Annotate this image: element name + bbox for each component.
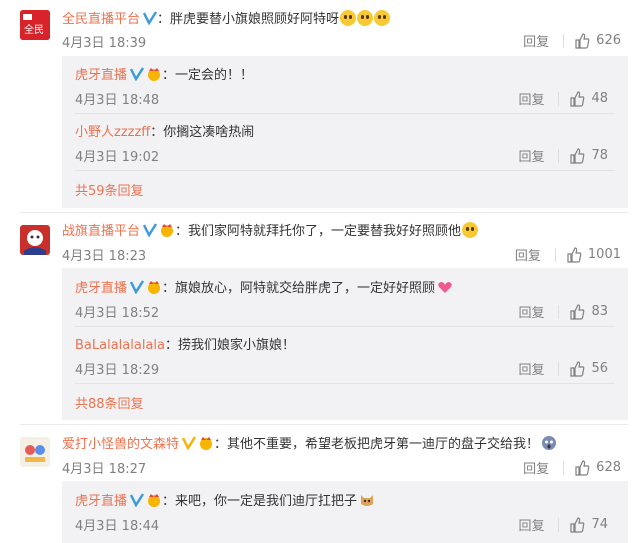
like-count: 74 <box>591 517 608 532</box>
like-icon[interactable] <box>569 303 585 320</box>
verified-icon <box>182 436 197 450</box>
username[interactable]: 战旗直播平台 <box>62 224 140 239</box>
comment-line: 爱打小怪兽的文森特 ：其他不重要，希望老板把虎牙第一迪厅的盘子交给我！ <box>62 433 557 452</box>
timestamp: 4月3日 18:52 <box>75 306 160 321</box>
divider <box>75 170 615 171</box>
timestamp: 4月3日 18:23 <box>62 249 147 264</box>
crown-badge-icon <box>148 68 161 81</box>
username[interactable]: 全民直播平台 <box>62 12 140 27</box>
like-icon[interactable] <box>569 90 585 107</box>
reply-text: 一定会的！！ <box>175 68 254 83</box>
reply-button[interactable]: 回复 <box>518 515 544 534</box>
reply-line: BaLalalalalala：捞我们娘家小旗娘！ <box>75 338 296 353</box>
username[interactable]: 爱打小怪兽的文森特 <box>62 437 179 452</box>
verified-icon <box>143 11 158 25</box>
reply-actions: 回复 48 <box>518 89 608 108</box>
reply-button[interactable]: 回复 <box>523 31 549 50</box>
avatar[interactable]: 全民 <box>20 10 50 40</box>
comment-text: 其他不重要，希望老板把虎牙第一迪厅的盘子交给我！ <box>227 437 540 452</box>
like-count: 628 <box>596 460 621 475</box>
heart-emoji-icon <box>438 282 452 293</box>
like-icon[interactable] <box>569 147 585 164</box>
avatar[interactable] <box>20 225 50 255</box>
like-icon[interactable] <box>574 459 590 476</box>
timestamp: 4月3日 18:29 <box>75 363 160 378</box>
crown-badge-icon <box>148 281 161 294</box>
more-replies-link[interactable]: 共59条回复 <box>75 180 144 199</box>
like-icon[interactable] <box>566 246 582 263</box>
divider <box>75 326 615 327</box>
reply-actions: 回复 74 <box>518 515 608 534</box>
reply-button[interactable]: 回复 <box>518 146 544 165</box>
reply-line: 小野人zzzzff：你搁这凑啥热闹 <box>75 125 255 140</box>
reply-button[interactable]: 回复 <box>518 302 544 321</box>
comment-line: 战旗直播平台 ：我们家阿特就拜托你了，一定要替我好好照顾他 <box>62 220 479 239</box>
comment-text: 胖虎要替小旗娘照顾好阿特呀 <box>170 12 340 27</box>
comment-actions: 回复 626 <box>523 31 621 50</box>
crown-badge-icon <box>148 494 161 507</box>
sad-emoji-icon <box>462 222 479 238</box>
divider <box>20 212 628 213</box>
username[interactable]: 虎牙直播 <box>75 281 127 296</box>
username[interactable]: BaLalalalalala <box>75 338 165 353</box>
timestamp: 4月3日 18:44 <box>75 519 160 534</box>
more-replies-link[interactable]: 共88条回复 <box>75 393 144 412</box>
like-count: 48 <box>591 91 608 106</box>
username[interactable]: 小野人zzzzff <box>75 125 150 140</box>
timestamp: 4月3日 18:27 <box>62 462 147 477</box>
verified-icon <box>130 67 145 81</box>
reply-line: 虎牙直播 ：来吧，你一定是我们迪厅扛把子 <box>75 490 375 509</box>
reply-line: 虎牙直播 ：一定会的！！ <box>75 67 254 83</box>
crying-emoji-icon <box>374 10 391 26</box>
cat-emoji-icon <box>361 495 374 506</box>
like-count: 626 <box>596 33 621 48</box>
crying-emoji-icon <box>340 10 357 26</box>
svg-text:全民: 全民 <box>24 23 44 36</box>
reply-actions: 回复 78 <box>518 146 608 165</box>
shocked-emoji-icon <box>542 436 557 450</box>
reply-button[interactable]: 回复 <box>518 359 544 378</box>
reply-text: 旗娘放心，阿特就交给胖虎了，一定好好照顾 <box>175 281 436 296</box>
like-count: 78 <box>591 148 608 163</box>
like-icon[interactable] <box>574 32 590 49</box>
crown-badge-icon <box>200 437 213 450</box>
reply-text: 捞我们娘家小旗娘！ <box>178 338 296 353</box>
comment-text: 我们家阿特就拜托你了，一定要替我好好照顾他 <box>188 224 462 239</box>
like-count: 83 <box>591 304 608 319</box>
reply-button[interactable]: 回复 <box>515 245 541 264</box>
timestamp: 4月3日 18:39 <box>62 36 147 51</box>
timestamp: 4月3日 19:02 <box>75 150 160 165</box>
verified-icon <box>130 493 145 507</box>
comment-actions: 回复 1001 <box>515 245 621 264</box>
comment-line: 全民直播平台 ：胖虎要替小旗娘照顾好阿特呀 <box>62 8 391 27</box>
like-count: 1001 <box>587 247 621 262</box>
username[interactable]: 虎牙直播 <box>75 68 127 83</box>
reply-text: 来吧，你一定是我们迪厅扛把子 <box>175 494 358 509</box>
verified-icon <box>143 223 158 237</box>
like-count: 56 <box>591 361 608 376</box>
username[interactable]: 虎牙直播 <box>75 494 127 509</box>
reply-button[interactable]: 回复 <box>523 458 549 477</box>
reply-actions: 回复 83 <box>518 302 608 321</box>
divider <box>75 113 615 114</box>
verified-icon <box>130 280 145 294</box>
divider <box>75 383 615 384</box>
reply-text: 你搁这凑啥热闹 <box>163 125 255 140</box>
comment-actions: 回复 628 <box>523 458 621 477</box>
reply-button[interactable]: 回复 <box>518 89 544 108</box>
crown-badge-icon <box>161 224 174 237</box>
reply-line: 虎牙直播 ：旗娘放心，阿特就交给胖虎了，一定好好照顾 <box>75 277 453 296</box>
like-icon[interactable] <box>569 516 585 533</box>
crying-emoji-icon <box>357 10 374 26</box>
reply-actions: 回复 56 <box>518 359 608 378</box>
like-icon[interactable] <box>569 360 585 377</box>
avatar[interactable] <box>20 437 50 467</box>
divider <box>20 424 628 425</box>
timestamp: 4月3日 18:48 <box>75 93 160 108</box>
